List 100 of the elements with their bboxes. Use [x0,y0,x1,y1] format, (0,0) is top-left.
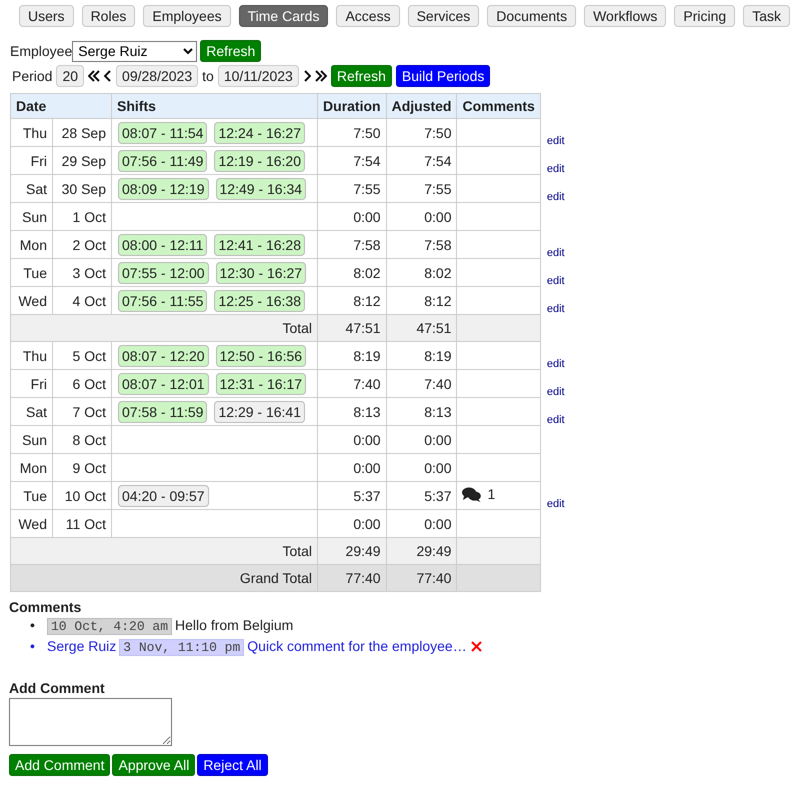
edit-link[interactable]: edit [546,134,565,146]
bullet: • [30,638,36,654]
field-label: to [202,68,214,84]
shift-chip[interactable]: 12:19 - 16:20 [214,150,305,172]
period-number[interactable]: 20 [56,65,84,87]
table-cell: 8:13 [318,398,386,426]
edit-link[interactable]: edit [546,190,565,202]
table-cell: 8:02 [386,258,457,286]
table-cell: 5 Oct [52,342,112,370]
date-field[interactable]: 09/28/2023 [116,65,198,87]
comment-text: Quick comment for the employee… [247,638,467,654]
table-cell: Thu [10,342,52,370]
comments-icon [462,486,482,502]
shift-chip[interactable]: 08:07 - 11:54 [118,122,208,144]
shift-chip[interactable]: 07:55 - 12:00 [118,262,209,284]
shift-chip[interactable]: 07:56 - 11:49 [118,150,208,172]
nav-tab[interactable]: Time Cards [238,5,328,27]
shift-chip[interactable]: 07:56 - 11:55 [118,290,208,312]
table-cell: 6 Oct [52,370,112,398]
column-header: Shifts [112,94,318,118]
field-label: Period [12,68,52,84]
table-cell: 30 Sep [52,174,112,202]
edit-link[interactable]: edit [546,162,565,174]
comment-time: 10 Oct, 4:20 am [47,618,172,635]
table-cell: 8:19 [318,342,386,370]
shift-chip[interactable]: 08:07 - 12:01 [118,372,209,394]
table-cell: 2 Oct [52,230,112,258]
table-cell: 7:58 [386,230,457,258]
shift-chip[interactable]: 12:49 - 16:34 [216,178,306,200]
table-cell: Sun [10,202,52,230]
nav-tab[interactable]: Users [19,5,74,27]
table-cell: 8:02 [318,258,386,286]
shift-chip[interactable]: 08:00 - 12:11 [118,234,208,256]
comment-time: 3 Nov, 11:10 pm [119,639,244,656]
edit-link[interactable]: edit [546,498,565,510]
shift-chip[interactable]: 12:50 - 16:56 [216,344,306,366]
table-cell: 7:55 [318,174,386,202]
nav-tab[interactable]: Documents [487,5,576,27]
table-cell: 8 Oct [52,426,112,454]
nav-tab[interactable]: Access [336,5,400,27]
table-cell: 47:51 [318,314,386,342]
section-heading: Comments [9,599,82,615]
shift-chip[interactable]: 04:20 - 09:57 [118,484,209,506]
action-button[interactable]: Add Comment [9,754,110,776]
nav-tab[interactable]: Pricing [674,5,736,27]
double-chevron-right-icon[interactable] [314,70,327,82]
double-chevron-left-icon[interactable] [88,70,100,82]
table-cell: 10 Oct [52,482,112,510]
table-cell: 77:40 [386,564,457,592]
action-button[interactable]: Approve All [112,754,196,776]
chevron-left-icon[interactable] [104,70,112,82]
table-cell: 0:00 [386,426,457,454]
edit-link[interactable]: edit [546,358,565,370]
nav-tab[interactable]: Workflows [584,5,666,27]
nav-tab[interactable]: Task [743,5,790,27]
shift-chip[interactable]: 12:31 - 16:17 [216,372,306,394]
table-cell: Thu [10,118,52,146]
field-label: Employee [10,43,72,59]
edit-link[interactable]: edit [546,414,565,426]
shift-chip[interactable]: 07:58 - 11:59 [118,400,208,422]
table-cell: 7:55 [386,174,457,202]
nav-tab[interactable]: Roles [82,5,136,27]
shift-chip[interactable]: 12:29 - 16:41 [214,400,305,422]
nav-tab[interactable]: Employees [143,5,231,27]
table-cell: 7:54 [318,146,386,174]
build-periods-button[interactable]: Build Periods [396,65,490,87]
employee-select[interactable]: Serge Ruiz [72,40,198,62]
delete-icon[interactable] [470,641,482,652]
table-cell: 0:00 [386,454,457,482]
table-cell: 28 Sep [52,118,112,146]
edit-link[interactable]: edit [546,386,565,398]
shift-chip[interactable]: 08:07 - 12:20 [118,344,209,366]
shift-chip[interactable]: 12:30 - 16:27 [216,262,306,284]
table-cell: 7:40 [386,370,457,398]
shift-chip[interactable]: 12:25 - 16:38 [214,290,305,312]
table-cell: 0:00 [318,202,386,230]
comment-input[interactable] [9,698,172,746]
refresh-button[interactable]: Refresh [200,40,262,62]
nav-tab[interactable]: Services [408,5,480,27]
shift-chip[interactable]: 08:09 - 12:19 [118,178,209,200]
comment-author: Serge Ruiz [47,638,116,654]
table-cell: 8:13 [386,398,457,426]
chevron-right-icon[interactable] [302,70,311,82]
edit-link[interactable]: edit [546,246,565,258]
date-field[interactable]: 10/11/2023 [218,65,299,87]
table-cell: 29 Sep [52,146,112,174]
column-header: Duration [318,94,386,118]
refresh-button[interactable]: Refresh [330,65,392,87]
table-cell: 0:00 [318,454,386,482]
table-cell: Total [10,314,318,342]
shift-chip[interactable]: 12:24 - 16:27 [214,122,305,144]
table-cell: 8:19 [386,342,457,370]
table-cell: 7:58 [318,230,386,258]
edit-link[interactable]: edit [546,302,565,314]
shift-chip[interactable]: 12:41 - 16:28 [214,234,305,256]
edit-link[interactable]: edit [546,274,565,286]
comment-count: 1 [487,486,496,502]
table-cell: 7:50 [318,118,386,146]
action-button[interactable]: Reject All [197,754,268,776]
table-cell: 7 Oct [52,398,112,426]
